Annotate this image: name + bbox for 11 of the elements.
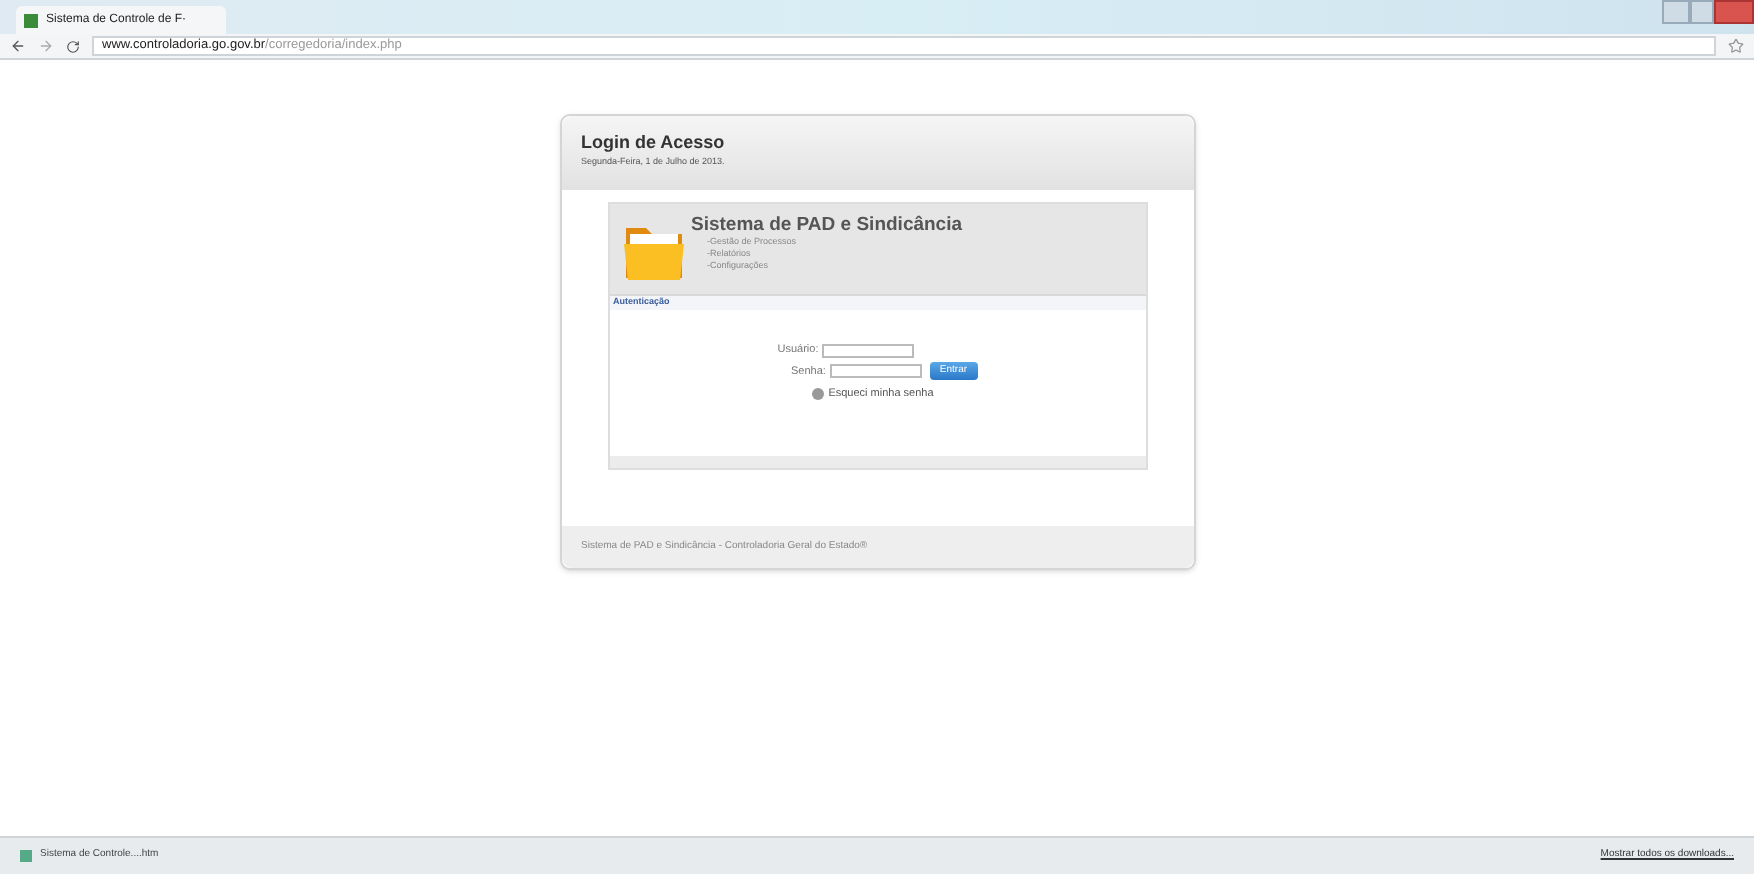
system-title: Sistema de PAD e Sindicância bbox=[691, 216, 963, 235]
password-field[interactable] bbox=[829, 364, 922, 379]
maximize-button[interactable] bbox=[1690, 0, 1714, 24]
reload-icon[interactable] bbox=[66, 39, 80, 53]
user-field[interactable] bbox=[822, 343, 915, 358]
star-icon[interactable] bbox=[1728, 38, 1744, 54]
panel-title: Login de Acesso bbox=[581, 134, 727, 152]
forward-icon[interactable] bbox=[38, 38, 54, 54]
back-icon[interactable] bbox=[10, 38, 26, 54]
minimize-button[interactable] bbox=[1662, 0, 1690, 24]
close-button[interactable] bbox=[1714, 0, 1754, 24]
